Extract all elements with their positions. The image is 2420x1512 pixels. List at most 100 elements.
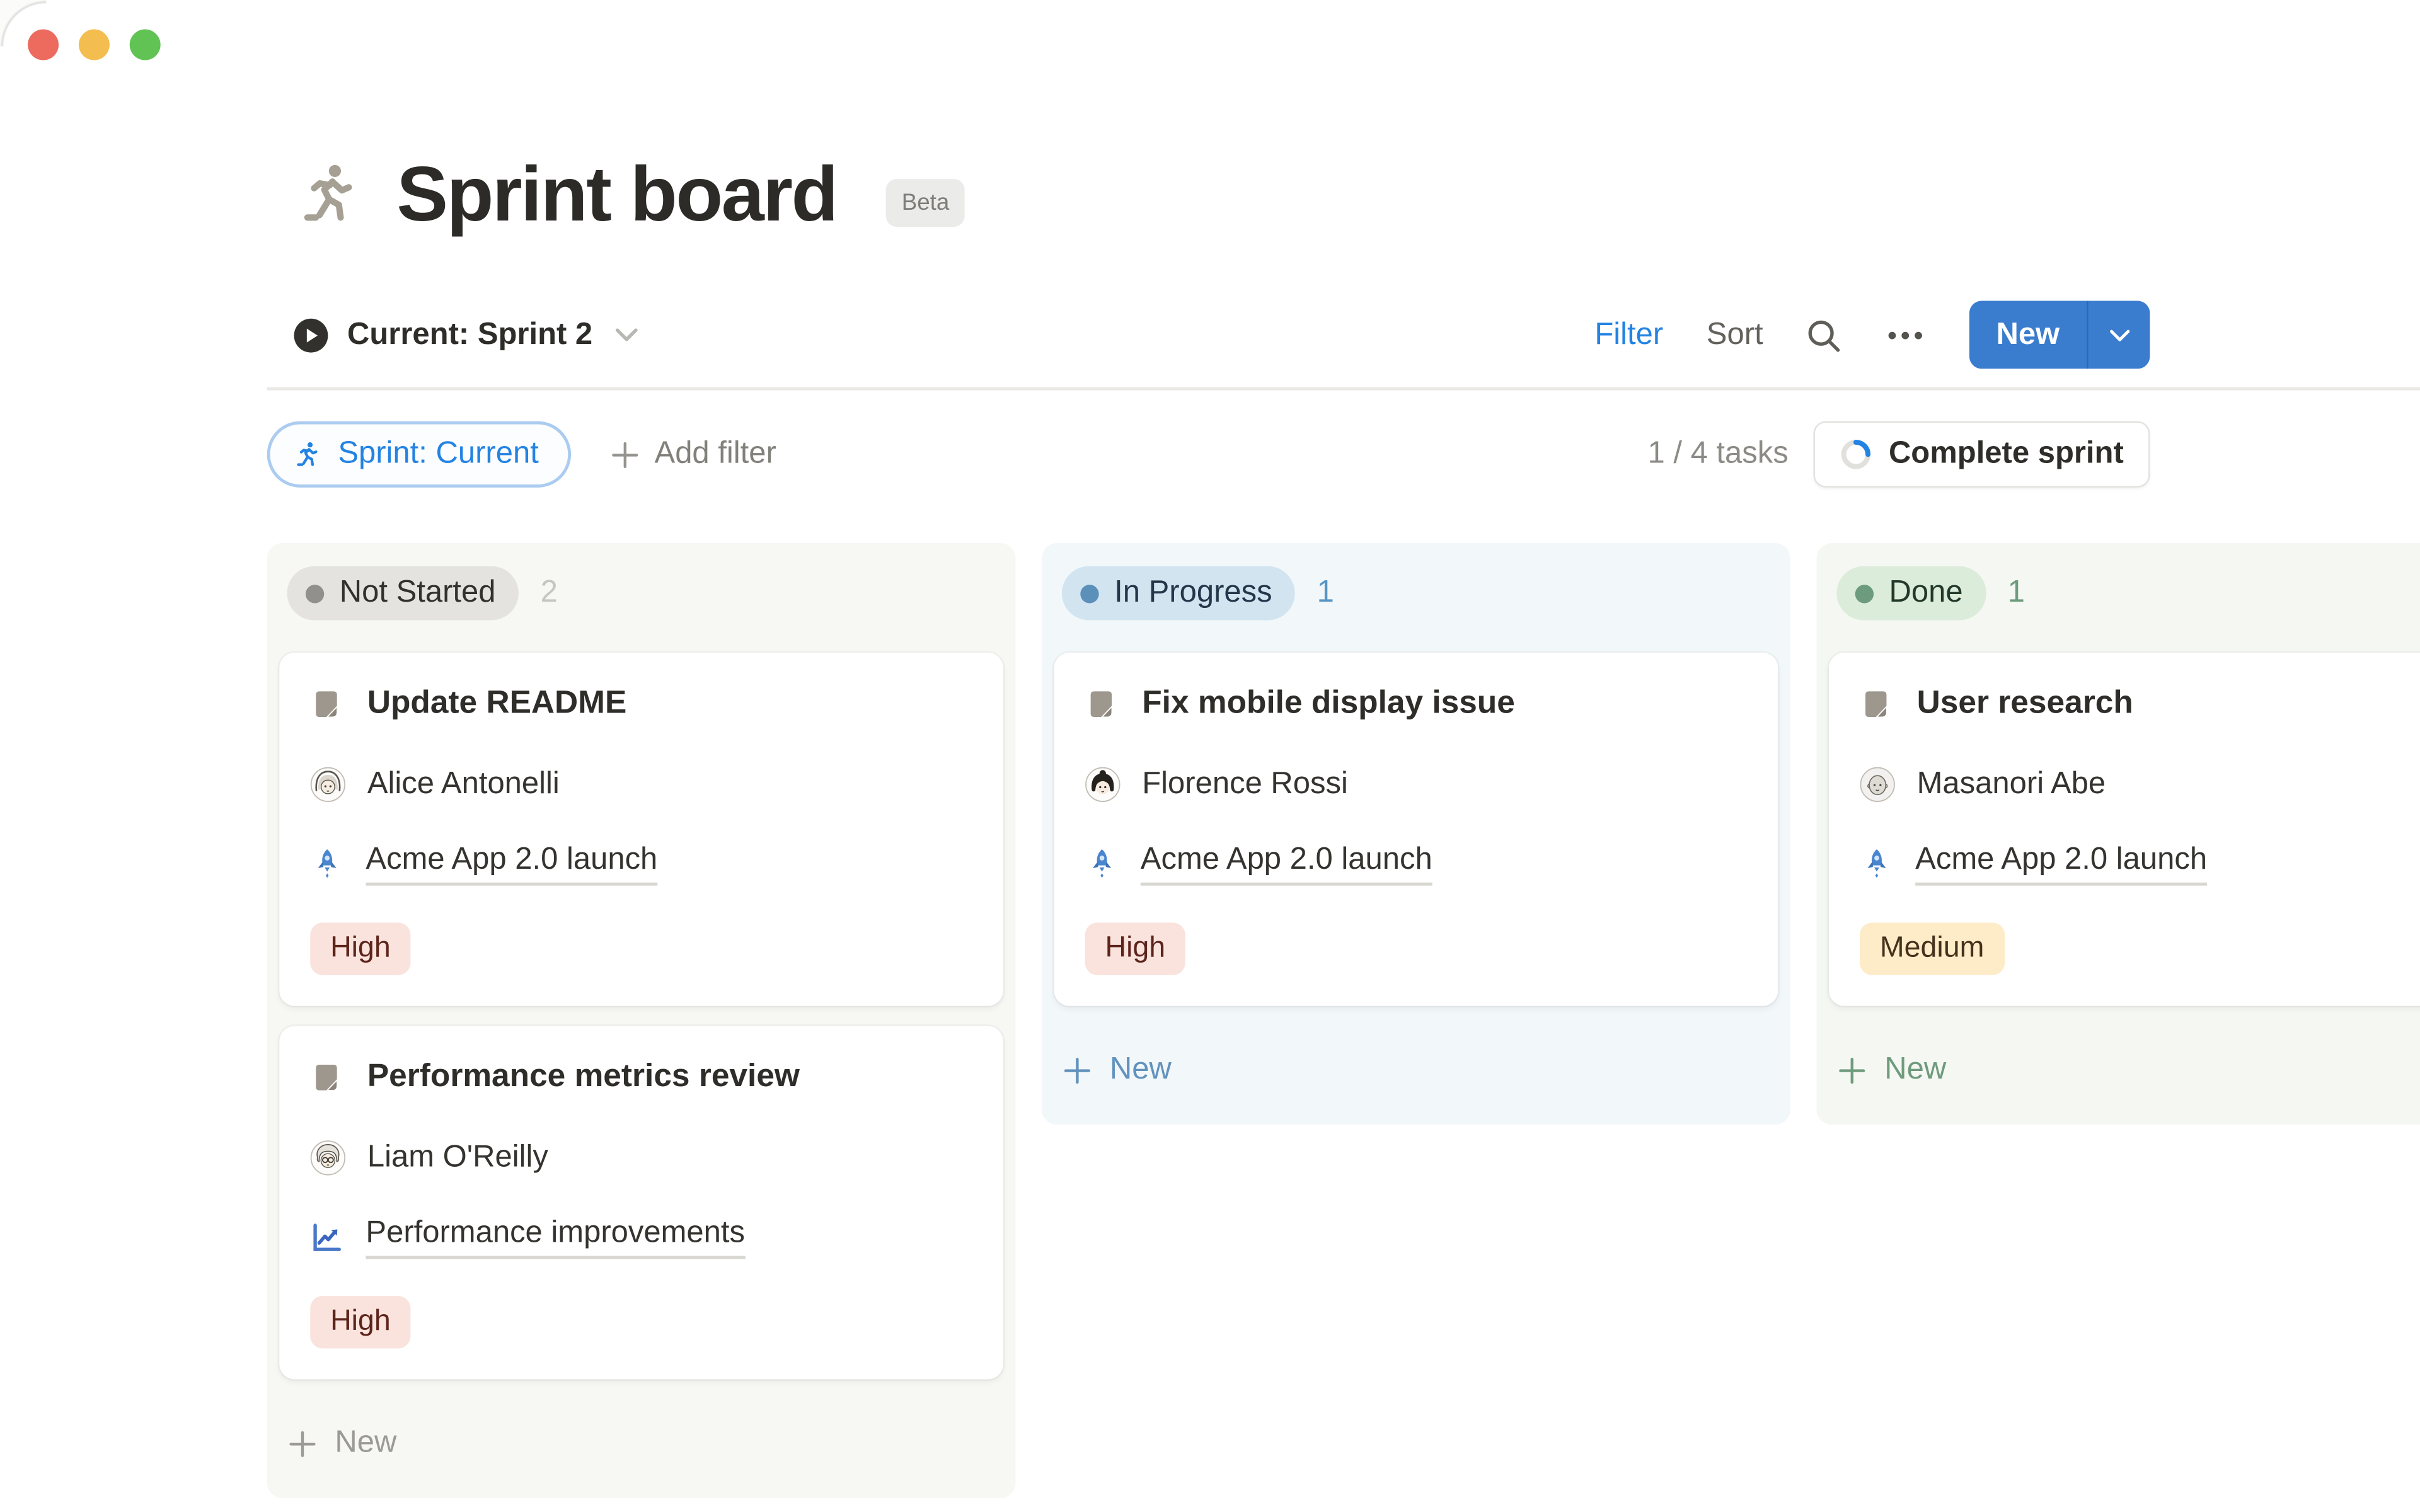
rocket-icon	[1860, 846, 1894, 880]
rocket-icon	[310, 846, 344, 880]
play-circle-icon	[293, 317, 328, 352]
chevron-down-icon	[2107, 328, 2131, 341]
add-card-label: New	[1884, 1052, 1946, 1087]
page-icon	[1085, 687, 1117, 719]
new-task-button[interactable]: New	[1970, 301, 2150, 369]
assignee-name: Alice Antonelli	[367, 767, 560, 802]
status-label: In Progress	[1114, 575, 1272, 610]
add-card-label: New	[335, 1426, 396, 1461]
column-count: 1	[1317, 575, 1334, 610]
project-row: Acme App 2.0 launch	[1085, 844, 1748, 883]
sort-button[interactable]: Sort	[1707, 317, 1763, 352]
toolbar-divider	[267, 387, 2420, 391]
status-pill-not-started[interactable]: Not Started	[287, 566, 519, 621]
task-card[interactable]: User research Masanori Abe Acme App 2.0 …	[1829, 653, 2420, 1006]
assignee-row: Alice Antonelli	[310, 765, 972, 804]
status-pill-done[interactable]: Done	[1836, 566, 1986, 621]
add-card-button[interactable]: New	[1054, 1052, 1778, 1087]
card-title-row: User research	[1860, 685, 2420, 722]
sprint-filter-chip[interactable]: Sprint: Current	[267, 421, 572, 488]
complete-sprint-label: Complete sprint	[1889, 437, 2124, 472]
assignee-row: Masanori Abe	[1860, 765, 2420, 804]
florence-avatar	[1085, 767, 1121, 802]
add-filter-button[interactable]: Add filter	[611, 437, 776, 472]
sprint-board-window: Sprint board Beta Current: Sprint 2 Filt…	[0, 0, 2420, 1512]
plus-icon	[611, 440, 639, 468]
add-card-button[interactable]: New	[279, 1426, 1003, 1461]
page-icon	[310, 1061, 342, 1093]
page-title: Sprint board	[396, 150, 836, 239]
more-options-icon[interactable]	[1885, 317, 1927, 352]
column-not-started: Not Started 2 Update README Alice Antone…	[267, 543, 1016, 1498]
search-icon[interactable]	[1806, 317, 1841, 352]
column-in-progress: In Progress 1 Fix mobile display issue F…	[1042, 543, 1790, 1125]
assignee-row: Liam O'Reilly	[310, 1138, 972, 1177]
filter-bar: Sprint: Current Add filter 1 / 4 tasks C…	[267, 420, 2420, 489]
project-row: Acme App 2.0 launch	[310, 844, 972, 883]
liam-avatar	[310, 1140, 345, 1176]
task-card[interactable]: Performance metrics review Liam O'Reilly…	[279, 1026, 1003, 1380]
column-header: In Progress 1	[1054, 566, 1778, 621]
alice-avatar	[310, 767, 345, 802]
project-link[interactable]: Acme App 2.0 launch	[1141, 842, 1432, 885]
add-card-label: New	[1110, 1052, 1172, 1087]
status-dot	[306, 584, 324, 602]
assignee-name: Liam O'Reilly	[367, 1140, 548, 1176]
runner-icon	[292, 158, 364, 231]
add-filter-label: Add filter	[655, 437, 776, 472]
priority-tag: Medium	[1860, 922, 2004, 975]
column-count: 2	[541, 575, 558, 610]
toolbar-actions: Filter Sort New	[1594, 299, 2150, 370]
filter-button[interactable]: Filter	[1594, 317, 1663, 352]
page-icon	[310, 687, 342, 719]
card-title: User research	[1917, 685, 2133, 722]
sprint-progress-ring-icon	[1840, 438, 1872, 471]
priority-tag: High	[310, 922, 410, 975]
status-label: Done	[1889, 575, 1963, 610]
complete-sprint-button[interactable]: Complete sprint	[1813, 421, 2150, 488]
column-header: Done 1	[1829, 566, 2420, 621]
card-title-row: Performance metrics review	[310, 1058, 972, 1096]
card-list: Fix mobile display issue Florence Rossi …	[1054, 653, 1778, 1006]
view-label: Current: Sprint 2	[347, 317, 592, 352]
plus-icon	[1838, 1056, 1866, 1084]
plus-icon	[289, 1429, 316, 1457]
task-card[interactable]: Update README Alice Antonelli Acme App 2…	[279, 653, 1003, 1006]
new-task-dropdown[interactable]	[2088, 301, 2150, 369]
project-link[interactable]: Acme App 2.0 launch	[366, 842, 657, 885]
assignee-name: Florence Rossi	[1142, 767, 1348, 802]
new-task-button-label[interactable]: New	[1970, 301, 2086, 369]
rocket-icon	[1085, 846, 1119, 880]
card-title-row: Update README	[310, 685, 972, 722]
card-title-row: Fix mobile display issue	[1085, 685, 1748, 722]
column-header: Not Started 2	[279, 566, 1003, 621]
task-count: 1 / 4 tasks	[1648, 437, 1789, 472]
chevron-down-icon	[614, 327, 638, 342]
column-done: Done 1 User research Masanori Abe	[1816, 543, 2420, 1125]
card-list: Update README Alice Antonelli Acme App 2…	[279, 653, 1003, 1379]
assignee-name: Masanori Abe	[1917, 767, 2106, 802]
project-link[interactable]: Acme App 2.0 launch	[1915, 842, 2207, 885]
project-row: Acme App 2.0 launch	[1860, 844, 2420, 883]
priority-tag: High	[1085, 922, 1185, 975]
add-card-button[interactable]: New	[1829, 1052, 2420, 1087]
masanori-avatar	[1860, 767, 1895, 802]
minimize-window-button[interactable]	[79, 30, 110, 60]
zoom-window-button[interactable]	[130, 30, 161, 60]
assignee-row: Florence Rossi	[1085, 765, 1748, 804]
close-window-button[interactable]	[28, 30, 59, 60]
window-controls	[28, 30, 161, 60]
beta-badge: Beta	[886, 178, 965, 226]
task-card[interactable]: Fix mobile display issue Florence Rossi …	[1054, 653, 1778, 1006]
status-dot	[1080, 584, 1098, 602]
sprint-status: 1 / 4 tasks Complete sprint	[1648, 420, 2150, 489]
sprint-filter-label: Sprint: Current	[338, 437, 539, 472]
card-title: Fix mobile display issue	[1142, 685, 1515, 722]
status-pill-in-progress[interactable]: In Progress	[1062, 566, 1295, 621]
view-toolbar: Current: Sprint 2 Filter Sort New	[293, 299, 2420, 370]
page-header: Sprint board Beta	[292, 150, 965, 239]
plus-icon	[1063, 1056, 1091, 1084]
status-dot	[1855, 584, 1874, 602]
card-title: Performance metrics review	[367, 1058, 800, 1096]
project-link[interactable]: Performance improvements	[366, 1215, 745, 1259]
